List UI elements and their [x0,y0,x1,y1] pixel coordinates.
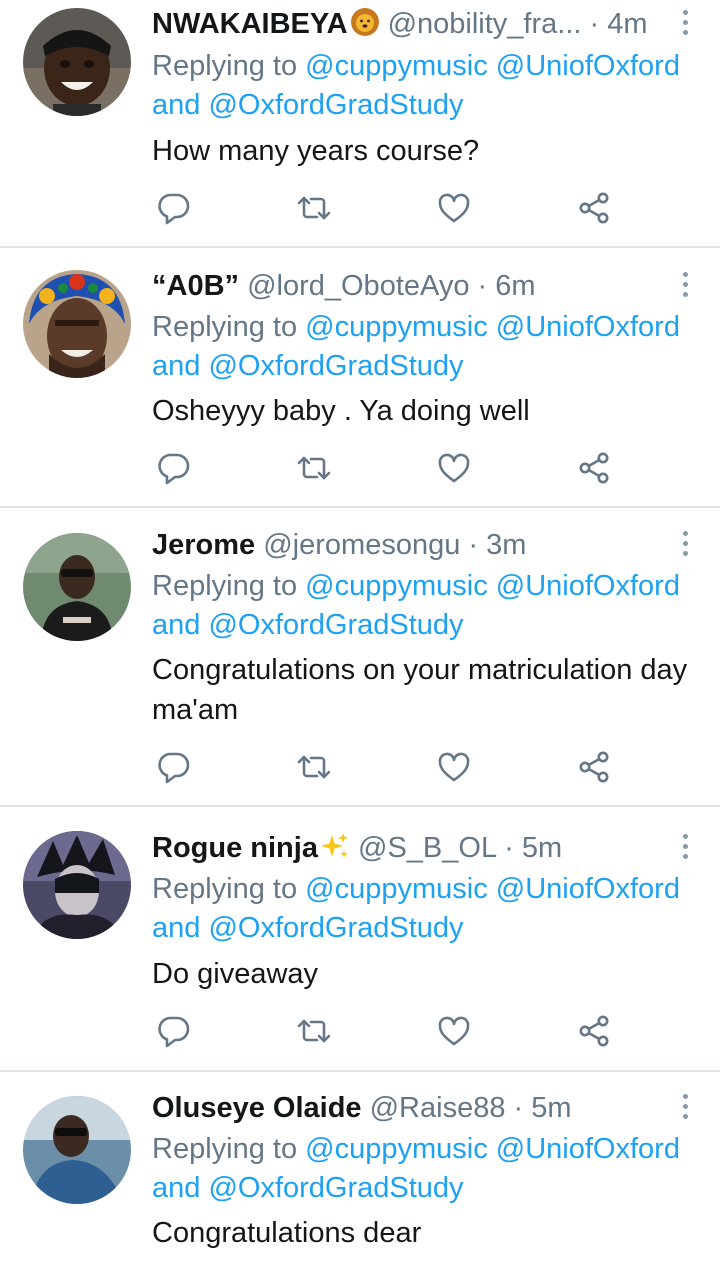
avatar[interactable] [23,8,131,116]
like-icon[interactable] [436,749,472,785]
reply-feed: NWAKAIBEYA @nobility_fra... · 4m Replyin… [0,0,720,1271]
tweet-text: Osheyyy baby . Ya doing well [152,395,530,427]
sparkles-emoji [320,831,350,861]
retweet-icon[interactable] [296,1013,332,1049]
more-options-icon[interactable] [680,834,690,864]
separator-dot: · [477,270,488,302]
tweet-header: Rogue ninja @S_B_OL · 5m [152,828,670,868]
tweet[interactable]: Rogue ninja @S_B_OL · 5m Replying to @cu… [0,807,720,1072]
timestamp[interactable]: 3m [486,529,526,561]
mention-link[interactable]: @cuppymusic [305,873,488,905]
replying-to-label: Replying to [152,1133,298,1165]
replying-to-label: Replying to [152,311,298,343]
mention-link[interactable]: @OxfordGradStudy [208,89,463,121]
retweet-icon[interactable] [296,450,332,486]
mention-and: and [152,350,201,382]
like-icon[interactable] [436,1013,472,1049]
timestamp[interactable]: 6m [495,270,535,302]
tweet[interactable]: “A0B” @lord_ObotеAyo · 6m Replying to @c… [0,248,720,508]
tweet-header: NWAKAIBEYA @nobility_fra... · 4m [152,4,670,44]
mention-link[interactable]: @UniofOxford [496,873,680,905]
mention-link[interactable]: @OxfordGradStudy [208,1172,463,1204]
replying-to-label: Replying to [152,50,298,82]
mention-link[interactable]: @cuppymusic [305,1133,488,1165]
action-bar [152,1013,622,1049]
separator-dot: · [504,832,514,864]
timestamp[interactable]: 5m [522,832,562,864]
tweet-header: “A0B” @lord_ObotеAyo · 6m [152,266,670,306]
replying-to: Replying to @cuppymusic @UniofOxford and… [152,1130,712,1208]
display-name[interactable]: “A0B” [152,270,239,302]
reply-icon[interactable] [156,450,192,486]
share-icon[interactable] [576,190,612,226]
tweet-text: Congratulations on your matriculation da… [152,654,688,726]
mention-link[interactable]: @UniofOxford [496,1133,680,1165]
user-handle[interactable]: @lord_ObotеAyo [247,270,469,302]
tweet-header: Oluseye Olaide @Raise88 · 5m [152,1088,670,1128]
more-options-icon[interactable] [680,531,690,561]
tweet[interactable]: Oluseye Olaide @Raise88 · 5m Replying to… [0,1072,720,1271]
replying-to-label: Replying to [152,873,298,905]
mention-link[interactable]: @UniofOxford [496,570,680,602]
more-options-icon[interactable] [680,1094,690,1124]
display-name[interactable]: Jerome [152,529,255,561]
share-icon[interactable] [576,1013,612,1049]
action-bar [152,749,622,785]
replying-to: Replying to @cuppymusic @UniofOxford and… [152,870,712,948]
user-handle[interactable]: @nobility_fra... [388,8,582,40]
user-handle[interactable]: @S_B_OL [358,832,496,864]
more-options-icon[interactable] [680,272,690,302]
display-name[interactable]: NWAKAIBEYA [152,8,348,40]
lion-emoji [350,7,380,37]
avatar[interactable] [23,831,131,939]
replying-to: Replying to @cuppymusic @UniofOxford and… [152,308,712,386]
display-name[interactable]: Oluseye Olaide [152,1092,362,1124]
share-icon[interactable] [576,450,612,486]
tweet-text: How many years course? [152,135,480,167]
user-handle[interactable]: @Raise88 [370,1092,506,1124]
mention-link[interactable]: @OxfordGradStudy [208,350,463,382]
timestamp[interactable]: 4m [607,8,647,40]
replying-to-label: Replying to [152,570,298,602]
share-icon[interactable] [576,749,612,785]
mention-link[interactable]: @UniofOxford [496,50,680,82]
avatar[interactable] [23,533,131,641]
retweet-icon[interactable] [296,749,332,785]
like-icon[interactable] [436,190,472,226]
mention-link[interactable]: @cuppymusic [305,570,488,602]
mention-and: and [152,912,201,944]
reply-icon[interactable] [156,1013,192,1049]
mention-link[interactable]: @cuppymusic [305,311,488,343]
replying-to: Replying to @cuppymusic @UniofOxford and… [152,47,712,125]
mention-and: and [152,1172,201,1204]
replying-to: Replying to @cuppymusic @UniofOxford and… [152,567,712,645]
tweet[interactable]: NWAKAIBEYA @nobility_fra... · 4m Replyin… [0,0,720,248]
separator-dot: · [513,1092,524,1124]
like-icon[interactable] [436,450,472,486]
separator-dot: · [468,529,479,561]
mention-link[interactable]: @OxfordGradStudy [208,609,463,641]
tweet-text: Do giveaway [152,958,319,990]
tweet[interactable]: Jerome @jeromesongu · 3m Replying to @cu… [0,508,720,807]
mention-and: and [152,609,201,641]
avatar[interactable] [23,270,131,378]
mention-link[interactable]: @UniofOxford [496,311,680,343]
mention-and: and [152,89,201,121]
more-options-icon[interactable] [680,10,690,40]
tweet-text: Congratulations dear [152,1217,422,1249]
separator-dot: · [589,8,600,40]
reply-icon[interactable] [156,190,192,226]
tweet-header: Jerome @jeromesongu · 3m [152,525,670,565]
reply-icon[interactable] [156,749,192,785]
user-handle[interactable]: @jeromesongu [263,529,460,561]
action-bar [152,190,622,226]
display-name[interactable]: Rogue ninja [152,832,318,864]
timestamp[interactable]: 5m [531,1092,571,1124]
mention-link[interactable]: @cuppymusic [305,50,488,82]
action-bar [152,450,622,486]
mention-link[interactable]: @OxfordGradStudy [208,912,463,944]
avatar[interactable] [23,1096,131,1204]
retweet-icon[interactable] [296,190,332,226]
